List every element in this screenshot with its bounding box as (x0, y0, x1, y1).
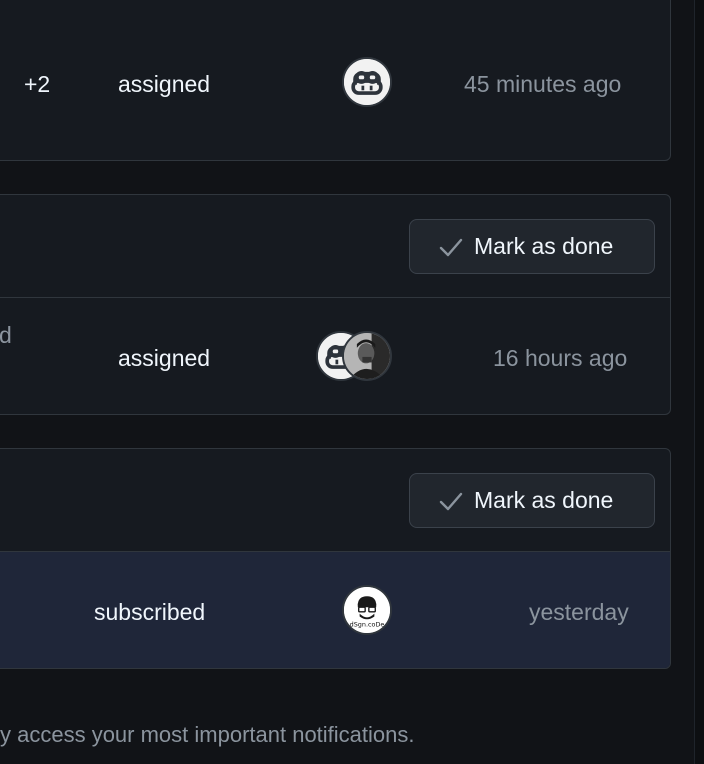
dsgn-code-logo-icon: dSgn.coDe (344, 587, 390, 633)
check-icon (439, 238, 463, 256)
participant-count: +2 (24, 71, 51, 97)
scrollbar[interactable] (694, 0, 704, 764)
user-photo-avatar[interactable] (342, 331, 392, 381)
mark-as-done-button[interactable]: Mark as done (409, 219, 655, 274)
check-icon (439, 492, 463, 510)
notification-row[interactable]: +2 assigned 45 minutes ago (0, 0, 670, 160)
notification-time: yesterday (529, 599, 629, 625)
notification-reason: assigned (118, 71, 211, 97)
copilot-avatar[interactable] (342, 57, 392, 107)
copilot-icon (344, 59, 390, 105)
notification-group-3: Mark as done subscribed dSgn.coDe yester… (0, 448, 671, 669)
user-photo-icon (344, 333, 390, 379)
dsgn-code-logo-text: dSgn.coDe (350, 621, 385, 629)
notification-reason: subscribed (94, 599, 206, 625)
notification-group-1: +2 assigned 45 minutes ago (0, 0, 671, 161)
empty-state-hint: y access your most important notificatio… (0, 722, 415, 747)
dsgn-code-avatar[interactable]: dSgn.coDe (342, 585, 392, 635)
notification-reason: assigned (118, 345, 211, 371)
notification-time: 45 minutes ago (464, 71, 622, 97)
notification-group-2: Mark as done d assigned 16 hours ago (0, 194, 671, 415)
notification-row-highlighted[interactable]: subscribed dSgn.coDe yesterday (0, 552, 670, 668)
notification-time: 16 hours ago (493, 345, 628, 371)
notification-row[interactable]: d assigned 16 hours ago (0, 298, 670, 414)
notification-title-fragment: d (0, 322, 12, 348)
mark-as-done-label: Mark as done (474, 233, 614, 259)
mark-as-done-button[interactable]: Mark as done (409, 473, 655, 528)
mark-as-done-label: Mark as done (474, 487, 614, 513)
